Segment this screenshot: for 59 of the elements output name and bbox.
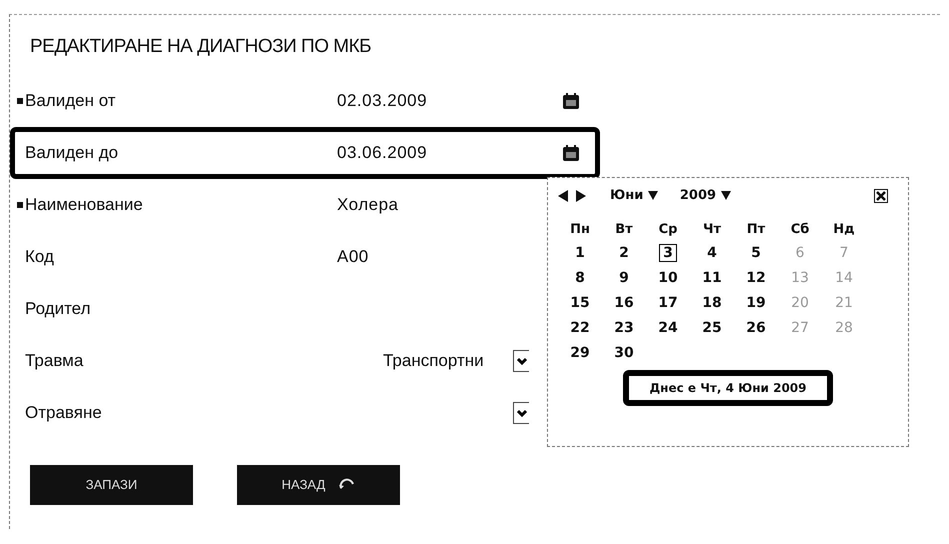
caret-icon[interactable] [648, 190, 658, 200]
field-label: Валиден от [25, 90, 117, 112]
calendar-day[interactable]: 22 [558, 318, 602, 339]
chevron-down-icon[interactable] [516, 357, 526, 365]
dropdown-button[interactable] [513, 350, 529, 372]
field-value: Холера [337, 194, 400, 216]
field-label: Отравяне [25, 402, 103, 424]
weekday-label: Чт [702, 220, 722, 238]
calendar-day[interactable]: 18 [690, 293, 734, 314]
calendar-day[interactable]: 26 [734, 318, 778, 339]
save-button[interactable]: ЗАПАЗИ [30, 465, 193, 505]
calendar-day[interactable]: 25 [690, 318, 734, 339]
year-dropdown[interactable]: 2009 [680, 186, 731, 206]
undo-icon [339, 478, 356, 492]
field-label: Травма [25, 350, 84, 372]
calendar-day[interactable]: 24 [646, 318, 690, 339]
date-value[interactable]: 03.06.2009 [337, 140, 562, 166]
weekday-label: Сб [790, 220, 810, 238]
calendar-day[interactable]: 3 [646, 243, 690, 264]
date-value[interactable]: 02.03.2009 [337, 88, 562, 114]
field-label: Наименование [25, 194, 144, 216]
close-icon[interactable] [874, 188, 888, 203]
field-label: Код [25, 246, 55, 268]
form-title: РЕДАКТИРАНЕ НА ДИАГНОЗИ ПО МКБ [29, 35, 372, 59]
calendar-day[interactable]: 8 [558, 268, 602, 289]
weekday-label: Нд [832, 220, 856, 238]
weekday-label: Пт [746, 220, 766, 238]
calendar-day[interactable]: 2 [602, 243, 646, 264]
next-month-icon[interactable] [576, 190, 586, 202]
calendar-day[interactable]: 4 [690, 243, 734, 264]
calendar-day[interactable]: 30 [602, 343, 646, 364]
chevron-down-icon[interactable] [516, 409, 526, 417]
month-dropdown[interactable]: Юни [610, 186, 658, 206]
calendar-day[interactable]: 12 [734, 268, 778, 289]
calendar-day[interactable]: 1 [558, 243, 602, 264]
field-label: Валиден до [25, 142, 120, 164]
calendar-day[interactable]: 15 [558, 293, 602, 314]
weekday-label: Ср [658, 220, 678, 238]
today-button[interactable]: Днес е Чт, 4 Юни 2009 [623, 370, 833, 406]
calendar-day[interactable]: 11 [690, 268, 734, 289]
calendar-day[interactable]: 17 [646, 293, 690, 314]
calendar-day[interactable]: 19 [734, 293, 778, 314]
calendar-day[interactable]: 29 [558, 343, 602, 364]
back-button[interactable]: НАЗАД [237, 465, 400, 505]
previous-month-icon[interactable] [558, 190, 568, 202]
select-value[interactable]: Транспортни [383, 348, 513, 374]
caret-icon[interactable] [720, 190, 731, 200]
field-label: Родител [25, 298, 92, 320]
calendar-day[interactable]: 23 [602, 318, 646, 339]
calendar-day[interactable]: 10 [646, 268, 690, 289]
weekday-label: Пн [569, 220, 591, 238]
dropdown-button[interactable] [513, 402, 529, 424]
calendar-day[interactable]: 5 [734, 243, 778, 264]
calendar-day[interactable]: 9 [602, 268, 646, 289]
field-value: A00 [337, 246, 370, 268]
weekday-label: Вт [614, 220, 634, 238]
calendar-icon[interactable] [562, 92, 580, 110]
calendar-icon[interactable] [562, 144, 580, 162]
calendar-day[interactable]: 16 [602, 293, 646, 314]
